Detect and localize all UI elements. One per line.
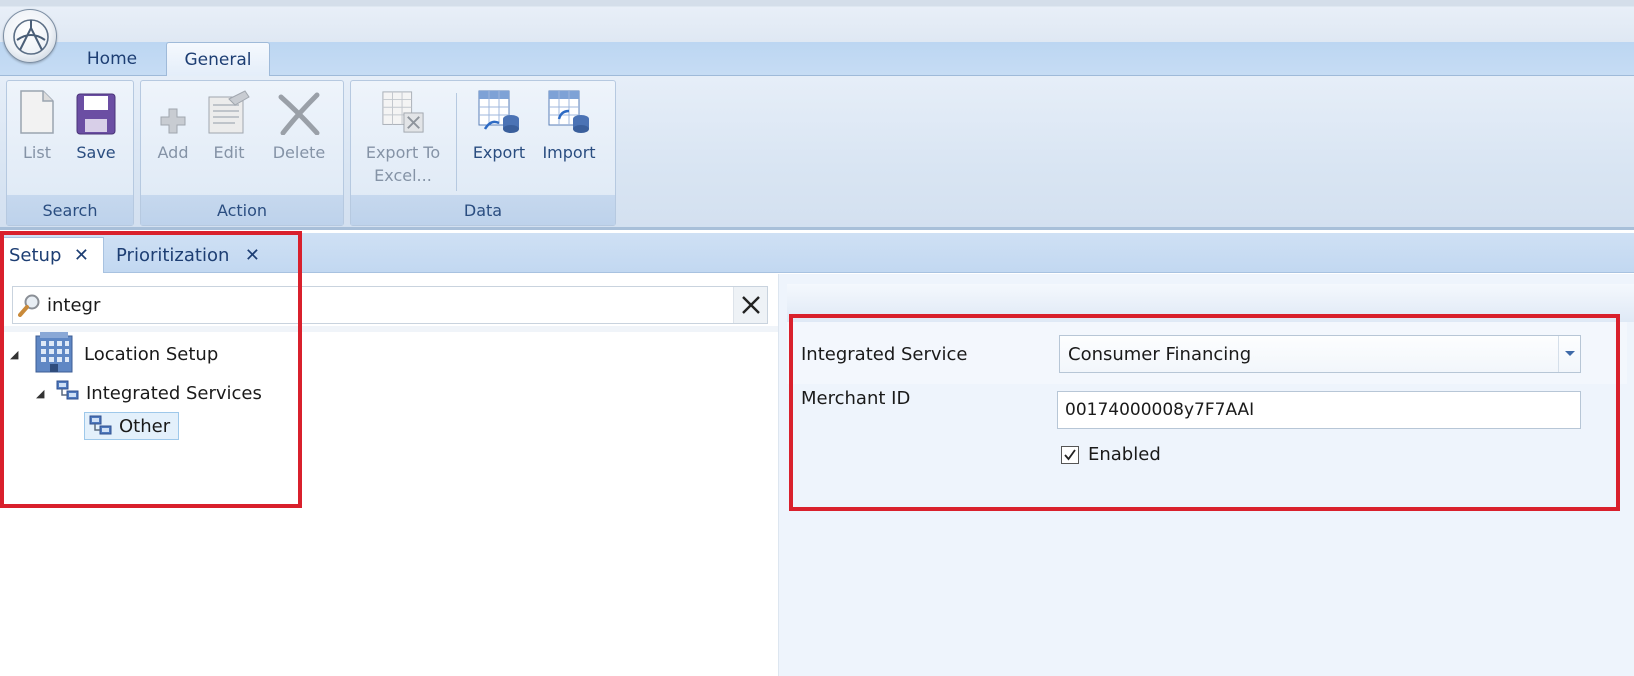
integrated-service-form: Integrated Service Consumer Financing Me… [787, 322, 1627, 465]
edit-document-icon [207, 87, 251, 135]
import-table-icon [547, 87, 591, 135]
form-row-integrated-service: Integrated Service Consumer Financing [787, 334, 1627, 374]
delete-x-icon [277, 87, 321, 135]
document-tab-strip: Setup ✕ Prioritization ✕ [0, 233, 1634, 273]
search-icon [13, 287, 47, 323]
group-label-data: Data [351, 195, 615, 225]
detail-pane: Integrated Service Consumer Financing Me… [778, 274, 1634, 676]
navigation-pane: ◢ Location Setup ◢ Integrated Services O… [0, 274, 778, 676]
merchant-id-field[interactable] [1057, 391, 1581, 429]
import-button[interactable]: Import [539, 87, 599, 164]
app-logo-icon [13, 19, 49, 55]
expand-arrow-icon[interactable]: ◢ [36, 387, 50, 400]
integrated-service-label: Integrated Service [801, 343, 968, 365]
enabled-label: Enabled [1088, 444, 1161, 465]
tree-node-integrated-services[interactable]: ◢ Integrated Services [36, 380, 262, 407]
close-icon[interactable]: ✕ [74, 245, 89, 266]
delete-button[interactable]: Delete [269, 87, 329, 164]
document-icon [15, 87, 59, 135]
edit-button[interactable]: Edit [207, 87, 251, 164]
merchant-id-label: Merchant ID [801, 388, 911, 409]
chevron-down-icon[interactable] [1558, 336, 1580, 372]
tree-node-label: Location Setup [84, 344, 219, 365]
floppy-disk-icon [74, 87, 118, 135]
expand-arrow-icon[interactable]: ◢ [10, 348, 24, 361]
add-button[interactable]: Add [151, 87, 195, 164]
close-icon [741, 296, 760, 314]
building-icon [34, 330, 74, 379]
detail-header [787, 284, 1634, 322]
search-input[interactable] [47, 288, 733, 322]
tab-general[interactable]: General [166, 42, 270, 77]
plus-icon [151, 87, 195, 135]
ribbon-separator [456, 93, 457, 191]
export-to-excel-button[interactable]: Export To Excel... [363, 87, 443, 187]
export-table-icon [477, 87, 521, 135]
tab-home[interactable]: Home [72, 42, 152, 76]
search-box [12, 286, 768, 324]
tree-node-location-setup[interactable]: ◢ Location Setup [10, 330, 218, 379]
enabled-checkbox[interactable]: Enabled [1061, 444, 1161, 465]
close-icon[interactable]: ✕ [245, 245, 260, 266]
ribbon: List Save Search Add Edit Delete Action … [0, 76, 1634, 230]
application-menu-button[interactable] [3, 9, 57, 63]
ribbon-group-action: Add Edit Delete Action [140, 80, 344, 226]
form-row-merchant-id: Merchant ID [787, 388, 1627, 430]
ribbon-tab-strip: Home General [0, 42, 1634, 77]
clear-search-button[interactable] [733, 287, 767, 323]
ribbon-group-search: List Save Search [6, 80, 134, 226]
list-button[interactable]: List [15, 87, 59, 164]
group-label-search: Search [7, 195, 133, 225]
integrated-service-select[interactable]: Consumer Financing [1059, 335, 1581, 373]
tree-node-label: Integrated Services [86, 383, 262, 404]
save-button[interactable]: Save [73, 87, 119, 164]
tab-prioritization[interactable]: Prioritization ✕ [104, 237, 274, 273]
title-bar [0, 0, 1634, 42]
network-icon [89, 415, 113, 437]
tab-setup[interactable]: Setup ✕ [0, 237, 104, 273]
tree-node-other[interactable]: Other [84, 412, 180, 440]
excel-export-icon [381, 87, 425, 135]
network-icon [56, 380, 80, 407]
export-button[interactable]: Export [469, 87, 529, 164]
checkbox-checked-icon[interactable] [1061, 445, 1079, 464]
group-label-action: Action [141, 195, 343, 225]
ribbon-group-data: Export To Excel... Export Import Data [350, 80, 616, 226]
tree-node-label-selected: Other [84, 412, 180, 440]
